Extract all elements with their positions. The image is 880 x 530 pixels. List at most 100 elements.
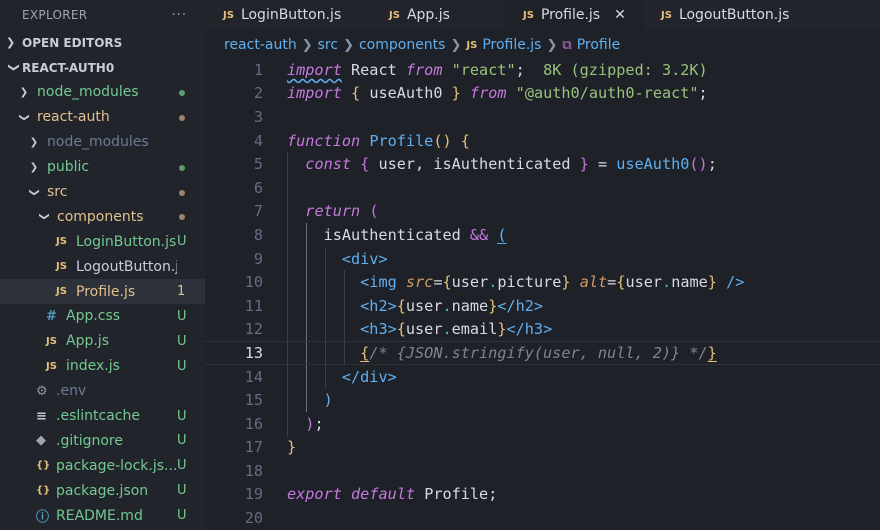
line-number: 19 (244, 485, 263, 504)
status-dot-icon (179, 189, 185, 196)
line-number: 7 (253, 202, 263, 221)
file-item[interactable]: JS Profile.js 1 (0, 279, 205, 305)
code-line[interactable]: 12 <h3>{user.email}</h3> (205, 317, 880, 342)
git-status-badge: U (177, 358, 187, 374)
folder-item[interactable]: ❯ node_modules (0, 80, 205, 105)
line-number: 9 (253, 249, 263, 268)
tree-item-label: .env (56, 383, 87, 400)
file-item[interactable]: JS LoginButton.js U (0, 229, 205, 254)
status-dot (177, 209, 205, 224)
indent-guide (287, 293, 288, 318)
breadcrumb-components[interactable]: components (359, 37, 446, 53)
code-text: <h3>{user.email}</h3> (360, 320, 553, 339)
line-number: 17 (244, 438, 263, 457)
code-text: import { useAuth0 } from "@auth0/auth0-r… (287, 84, 708, 103)
code-text: ); (305, 414, 324, 433)
file-item[interactable]: ⚙ .env (0, 379, 205, 404)
folder-item[interactable]: ❯ src (0, 180, 205, 205)
code-line[interactable]: 10 <img src={user.picture} alt={user.nam… (205, 270, 880, 294)
folder-item[interactable]: ❯ public (0, 155, 205, 180)
code-line[interactable]: 3 (205, 105, 880, 129)
code-line[interactable]: 11 <h2>{user.name}</h2> (205, 293, 880, 318)
indent-guide (344, 293, 345, 318)
file-item[interactable]: # App.css U (0, 304, 205, 329)
breadcrumb-react-auth[interactable]: react-auth (224, 37, 297, 53)
line-number: 20 (244, 509, 263, 528)
git-status-badge: U (177, 508, 187, 524)
chevron-right-icon: ❯ (19, 86, 29, 98)
indent-guide (325, 317, 326, 342)
code-line[interactable]: 5 const { user, isAuthenticated } = useA… (205, 152, 880, 176)
code-line[interactable]: 17 } (205, 436, 880, 460)
indent-guide (325, 270, 326, 294)
code-line[interactable]: 20 (205, 506, 880, 530)
tree-item-label: index.js (66, 358, 120, 375)
tab-profile[interactable]: JS Profile.js ✕ (505, 0, 643, 30)
code-line[interactable]: 6 (205, 175, 880, 200)
code-line[interactable]: 9 <div> (205, 246, 880, 271)
indent-guide (287, 270, 288, 294)
code-editor[interactable]: 1 import React from "react"; 8K (gzipped… (205, 58, 880, 530)
indent-guide (306, 364, 307, 389)
indent-guide (344, 270, 345, 294)
file-item[interactable]: ⓘ README.md U (0, 503, 205, 528)
chevron-down-icon: ❯ (28, 187, 40, 197)
file-item[interactable]: JS App.js U (0, 329, 205, 354)
line-number: 14 (244, 367, 263, 386)
tree-item-label: node_modules (47, 134, 149, 151)
tree-item-label: App.js (66, 333, 109, 350)
chevron-right-icon: ❯ (6, 36, 16, 49)
file-item[interactable]: ≡ .eslintcache U (0, 404, 205, 429)
file-item[interactable]: {} package.json U (0, 478, 205, 503)
open-editors-section[interactable]: ❯ OPEN EDITORS (0, 30, 205, 55)
folder-item[interactable]: ❯ components (0, 204, 205, 229)
code-text: } (287, 438, 297, 457)
status-dot-icon (179, 164, 185, 171)
code-line[interactable]: 14 </div> (205, 364, 880, 389)
code-line[interactable]: 16 ); (205, 411, 880, 436)
code-line[interactable]: 1 import React from "react"; 8K (gzipped… (205, 58, 880, 82)
code-line[interactable]: 18 (205, 459, 880, 483)
tree-item-label: node_modules (37, 84, 139, 101)
file-item[interactable]: {} package-lock.js... U (0, 453, 205, 478)
code-line[interactable]: 4 function Profile() { (205, 129, 880, 153)
file-item[interactable]: ◆ .gitignore U (0, 428, 205, 453)
line-number: 8 (253, 225, 263, 244)
file-item[interactable]: JS index.js U (0, 354, 205, 379)
tab-label: LoginButton.js (240, 7, 342, 23)
gear-icon: ⚙ (36, 383, 48, 399)
folder-item[interactable]: ❯ node_modules (0, 130, 205, 155)
code-line[interactable]: 2 import { useAuth0 } from "@auth0/auth0… (205, 82, 880, 106)
tab-label: Profile.js (540, 7, 601, 23)
folder-item[interactable]: ❯ react-auth (0, 105, 205, 130)
status-dot-icon (179, 114, 185, 121)
tree-item-label: src (47, 184, 68, 200)
more-actions-icon[interactable]: ··· (172, 8, 187, 23)
breadcrumb-file[interactable]: Profile.js (482, 37, 541, 53)
git-status-badge: U (177, 234, 187, 250)
tab-app[interactable]: JS App.js (371, 0, 505, 30)
chevron-right-icon: ❯ (29, 161, 39, 173)
js-file-icon: JS (466, 39, 478, 51)
tab-loginbutton[interactable]: JS LoginButton.js (205, 0, 371, 30)
indent-guide (287, 364, 288, 389)
file-item[interactable]: JS LogoutButton.js (0, 254, 205, 279)
tree-item-label: LoginButton.js (76, 233, 177, 250)
tree-item-label: README.md (56, 507, 143, 524)
breadcrumb-src[interactable]: src (318, 37, 338, 53)
explorer-title: EXPLORER (22, 8, 88, 22)
code-line[interactable]: 15 ) (205, 388, 880, 412)
file-tree: ❯ node_modules ❯ react-auth ❯ node_modules ❯ pu… (0, 80, 205, 528)
code-line[interactable]: 8 isAuthenticated && ( (205, 223, 880, 247)
tree-item-label: components (57, 208, 144, 225)
code-line[interactable]: 19 export default Profile; (205, 483, 880, 507)
code-line-current[interactable]: 13 {/* {JSON.stringify(user, null, 2)} *… (205, 341, 880, 365)
close-tab-icon[interactable]: ✕ (614, 7, 626, 23)
code-line[interactable]: 7 return ( (205, 199, 880, 224)
line-number: 3 (253, 107, 263, 126)
tab-logoutbutton[interactable]: JS LogoutButton.js (643, 0, 813, 30)
project-section[interactable]: ❯ REACT-AUTH0 (0, 55, 205, 80)
breadcrumb-symbol[interactable]: Profile (577, 37, 621, 53)
chevron-right-icon: ❯ (29, 136, 39, 148)
js-file-icon: JS (56, 236, 67, 248)
